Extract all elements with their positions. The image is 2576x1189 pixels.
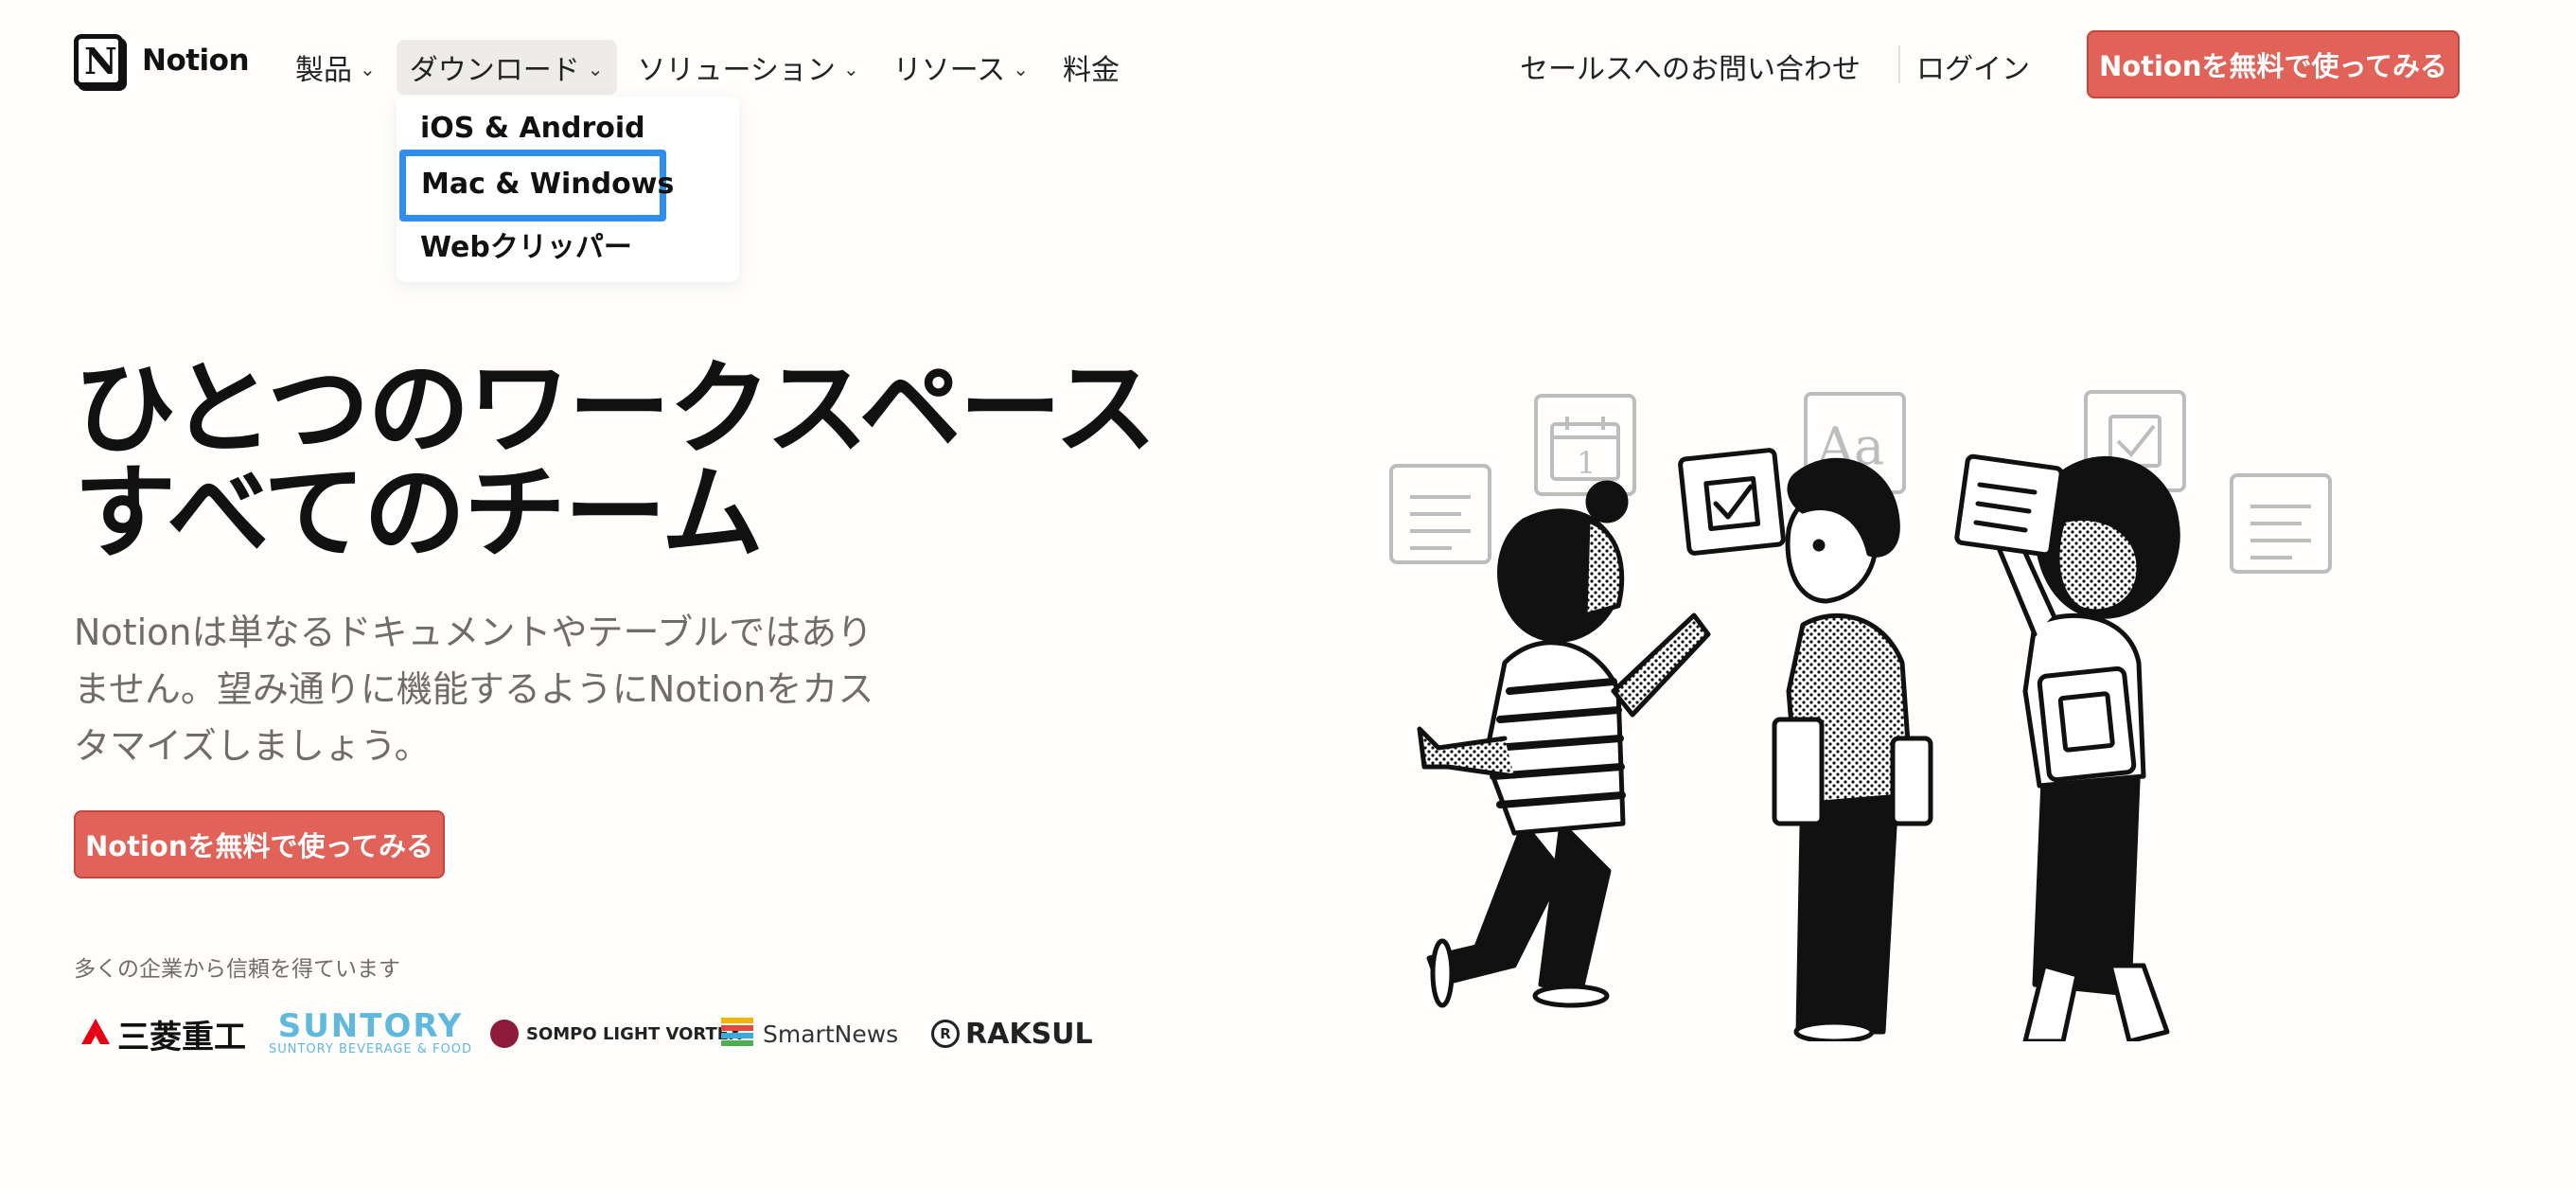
person-middle-illustration [1772, 457, 1933, 1041]
nav-solutions[interactable]: ソリューション ⌄ [625, 40, 873, 95]
trusted-by-label: 多くの企業から信頼を得ています [74, 957, 400, 982]
menu-item-ios-android[interactable]: iOS & Android [420, 112, 645, 145]
nav-products[interactable]: 製品 ⌄ [282, 40, 389, 95]
download-dropdown-menu: iOS & Android Mac & Windows Webクリッパー [397, 97, 739, 282]
nav-products-label: 製品 [295, 54, 352, 87]
logo-text: Notion [142, 44, 250, 78]
mitsubishi-diamonds-icon [81, 1019, 110, 1044]
hero-title-line2: すべてのチーム [74, 454, 764, 573]
person-right-illustration [1954, 453, 2180, 1041]
notion-logo-letter: N [84, 40, 117, 82]
sompo-logo-text: SOMPO LIGHT VORTEX [526, 1023, 742, 1044]
header-divider [1898, 45, 1900, 83]
calendar-number: 1 [1577, 445, 1596, 481]
login-link[interactable]: ログイン [1916, 45, 2030, 87]
chevron-down-icon: ⌄ [587, 58, 604, 80]
sompo-mark-icon [490, 1020, 519, 1048]
suntory-logo-subtext: SUNTORY BEVERAGE & FOOD [269, 1042, 472, 1056]
contact-sales-link[interactable]: セールスへのお問い合わせ [1520, 45, 1861, 87]
team-collaboration-illustration: 1 Aa [1389, 390, 2332, 1041]
header-signup-button[interactable]: Notionを無料で使ってみる [2087, 30, 2460, 98]
smartnews-logo-text: SmartNews [763, 1020, 899, 1048]
hero-description: Notionは単なるドキュメントやテーブルではありません。望み通りに機能するよう… [74, 612, 874, 767]
nav-resources[interactable]: リソース ⌄ [880, 40, 1042, 95]
suntory-logo-text: SUNTORY [277, 1007, 464, 1045]
menu-item-web-clipper[interactable]: Webクリッパー [420, 223, 632, 265]
raksul-logo: R RAKSUL [931, 1007, 1093, 1060]
smartnews-mark-icon [721, 1018, 753, 1046]
smartnews-logo: SmartNews [719, 1007, 898, 1060]
chevron-down-icon: ⌄ [1013, 58, 1029, 80]
floating-document-icon [1389, 464, 1491, 564]
raksul-mark-icon: R [931, 1020, 960, 1048]
chevron-down-icon: ⌄ [360, 58, 376, 80]
floating-document-icon [2230, 473, 2332, 574]
hero-title: ひとつのワークスペース すべてのチーム [74, 350, 1156, 573]
chevron-down-icon: ⌄ [842, 58, 859, 80]
sompo-light-vortex-logo: SOMPO LIGHT VORTEX [490, 1007, 742, 1060]
nav-solutions-label: ソリューション [637, 54, 836, 87]
suntory-logo: SUNTORY SUNTORY BEVERAGE & FOOD [269, 1007, 472, 1060]
nav-resources-label: リソース [892, 54, 1006, 87]
raksul-logo-text: RAKSUL [965, 1017, 1093, 1051]
site-header: N Notion 製品 ⌄ ダウンロード ⌄ ソリューション ⌄ リソース ⌄ … [0, 0, 2576, 133]
mitsubishi-heavy-industries-logo: 三菱重工 [79, 1007, 246, 1060]
notion-logo-icon: N [74, 34, 123, 87]
menu-item-mac-windows[interactable]: Mac & Windows [399, 150, 674, 222]
hero-signup-button[interactable]: Notionを無料で使ってみる [74, 810, 445, 878]
nav-download-label: ダウンロード [409, 54, 580, 87]
hero-title-line1: ひとつのワークスペース [74, 350, 1156, 469]
nav-pricing[interactable]: 料金 [1050, 40, 1133, 95]
notion-logo[interactable]: N Notion [74, 34, 250, 87]
mhi-logo-text: 三菱重工 [117, 1018, 246, 1056]
floating-calendar-icon: 1 [1534, 394, 1636, 496]
main-nav: 製品 ⌄ ダウンロード ⌄ ソリューション ⌄ リソース ⌄ 料金 [282, 40, 1140, 95]
nav-pricing-label: 料金 [1062, 54, 1120, 87]
held-checkbox-card [1678, 448, 1786, 556]
nav-download[interactable]: ダウンロード ⌄ [396, 40, 617, 95]
